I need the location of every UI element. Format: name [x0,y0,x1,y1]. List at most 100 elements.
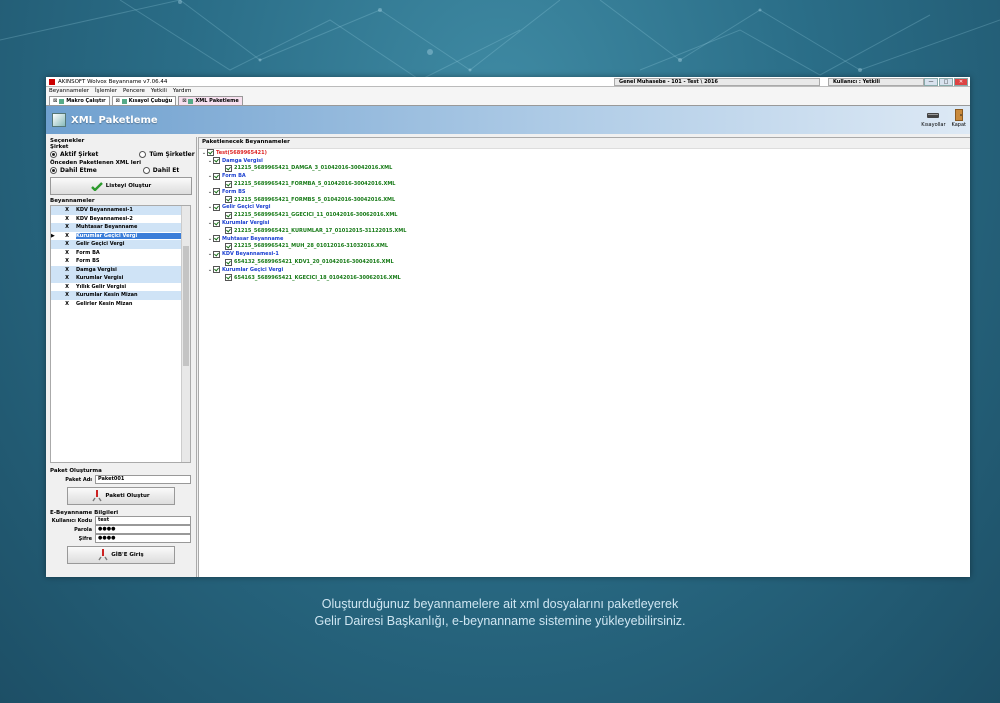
group-label: KDV Beyannamesi-1 [222,251,279,258]
package-tree[interactable]: ⌄ Test(5689965421) ⌄ Damga Vergisi 21215_5… [199,149,970,282]
menu-yetkili[interactable]: Yetkili [151,88,167,94]
create-list-label: Listeyi Oluştur [105,183,152,189]
tree-file[interactable]: 21215_5689965421_MUH_28_01012016-3103201… [201,242,970,251]
file-checkbox[interactable] [225,258,232,266]
include-radio[interactable] [142,166,150,174]
tree-group[interactable]: ⌄ Form BS [201,188,970,196]
group-checkbox[interactable] [213,203,220,211]
group-label: Form BS [222,188,246,195]
file-checkbox[interactable] [225,180,232,188]
close-icon[interactable]: ⊠ [53,97,57,105]
file-checkbox[interactable] [225,164,232,172]
group-checkbox[interactable] [213,157,220,165]
file-checkbox[interactable] [225,211,232,219]
menu-bar: Beyannameler İşlemler Pencere Yetkili Ya… [46,87,970,95]
create-package-button[interactable]: Paketi Oluştur [67,487,175,505]
table-row[interactable]: X Gelir Geçici Vergi [51,240,190,249]
user-code-input[interactable]: test [95,516,191,525]
minimize-button[interactable]: — [924,78,938,86]
tree-file[interactable]: 654132_5689965421_KDV1_20_01042016-30042… [201,258,970,266]
file-checkbox[interactable] [225,274,232,282]
file-checkbox[interactable] [225,242,232,250]
tree-file[interactable]: 21215_5689965421_FORMBA_5_01042016-30042… [201,180,970,188]
menu-yardim[interactable]: Yardım [173,88,192,94]
file-checkbox[interactable] [225,227,232,235]
table-row[interactable]: X Yıllık Gelir Vergisi [51,283,190,292]
group-checkbox[interactable] [213,188,220,196]
include-label: Dahil Et [152,166,180,174]
menu-beyannameler[interactable]: Beyannameler [49,88,89,94]
keyboard-icon [927,113,940,118]
user-code-label: Kullanıcı Kodu [51,517,92,524]
table-row[interactable]: X Damga Vergisi [51,265,190,274]
grid-scrollbar[interactable] [181,206,190,462]
package-name-input[interactable]: Paket001 [95,475,191,484]
all-companies-radio[interactable] [139,150,147,158]
tree-file[interactable]: 21215_5689965421_DAMGA_3_01042016-300420… [201,164,970,173]
table-row[interactable]: X Kurumlar Vergisi [51,274,190,283]
exclude-label: Dahil Etme [60,166,97,174]
tree-file[interactable]: 21215_5689965421_FORMBS_5_01042016-30042… [201,196,970,204]
close-icon[interactable]: ⊠ [182,97,186,105]
tree-group[interactable]: ⌄ Form BA [201,172,970,180]
file-label: 654132_5689965421_KDV1_20_01042016-30042… [234,259,394,266]
tree-file[interactable]: 21215_5689965421_KURUMLAR_17_01012015-31… [201,227,970,235]
group-checkbox[interactable] [213,235,220,243]
group-checkbox[interactable] [213,219,220,227]
group-checkbox[interactable] [213,172,220,180]
close-window-button[interactable]: ✕ [954,78,968,86]
table-row[interactable]: X Muhtasar Beyanname [51,223,190,232]
row-name: Form BS [76,258,100,265]
exclude-radio[interactable] [50,166,57,174]
caption-line-1: Oluşturduğunuz beyannamelere ait xml dos… [321,597,679,611]
table-row[interactable]: X Kurumlar Kesin Mizan [51,291,190,300]
tree-group[interactable]: ⌄ Kurumlar Vergisi [201,219,970,227]
table-row-selected[interactable]: ▶ X Kurumlar Geçici Vergi [51,232,190,241]
close-icon[interactable]: ⊠ [116,97,120,105]
row-flag: X [65,241,69,248]
tree-group[interactable]: ⌄ KDV Beyannamesi-1 [201,250,970,258]
root-checkbox[interactable] [207,149,214,157]
close-label: Kapat [951,122,966,128]
row-name: Kurumlar Vergisi [76,275,124,282]
tab-xml-paketleme[interactable]: ⊠ XML Paketleme [178,96,243,105]
row-flag: X [65,258,69,265]
gib-login-button[interactable]: GİB'E Giriş [67,546,175,564]
file-label: 21215_5689965421_DAMGA_3_01042016-300420… [234,165,393,172]
active-company-radio[interactable] [50,150,57,158]
tab-kisayol[interactable]: ⊠ Kısayol Çubuğu [111,96,177,105]
tree-group[interactable]: ⌄ Damga Vergisi [201,157,970,165]
row-pointer-icon: ▶ [51,232,55,239]
secret-input[interactable]: ●●●● [95,534,191,543]
tree-root[interactable]: ⌄ Test(5689965421) [201,149,970,157]
create-list-button[interactable]: Listeyi Oluştur [50,177,192,195]
row-flag: X [65,224,69,231]
table-row[interactable]: X Gelirler Kesin Mizan [51,300,190,309]
group-checkbox[interactable] [213,250,220,258]
shortcuts-button[interactable]: Kısayollar [921,108,946,128]
password-input[interactable]: ●●●● [95,525,191,534]
tree-group[interactable]: ⌄ Muhtasar Beyanname [201,235,970,243]
tree-group[interactable]: ⌄ Kurumlar Geçici Vergi [201,266,970,274]
tab-makro[interactable]: ⊠ Makro Çalıştır [49,96,110,105]
row-flag: X [65,300,69,307]
create-package-label: Paketi Oluştur [105,493,150,499]
table-row[interactable]: X KDV Beyannamesi-1 [51,206,190,215]
file-checkbox[interactable] [225,196,232,204]
menu-pencere[interactable]: Pencere [123,88,145,94]
table-row[interactable]: X Form BA [51,249,190,258]
tree-file[interactable]: 21215_5689965421_GGECICI_11_01042016-300… [201,211,970,219]
table-row[interactable]: X KDV Beyannamesi-2 [51,215,190,224]
group-checkbox[interactable] [213,266,220,274]
tab-icon [121,98,127,104]
declarations-grid[interactable]: X KDV Beyannamesi-1 X KDV Beyannamesi-2 XM… [50,205,191,463]
tree-file[interactable]: 654163_5689965421_KGECICI_18_01042016-30… [201,274,970,282]
close-module-button[interactable]: Kapat [952,108,966,128]
scroll-thumb[interactable] [183,246,189,366]
tab-label: Kısayol Çubuğu [128,98,173,104]
tree-group[interactable]: ⌄ Gelir Geçici Vergi [201,203,970,212]
menu-islemler[interactable]: İşlemler [95,88,117,94]
maximize-button[interactable]: □ [939,78,953,86]
table-row[interactable]: X Form BS [51,257,190,266]
row-name: Gelirler Kesin Mizan [76,300,133,307]
